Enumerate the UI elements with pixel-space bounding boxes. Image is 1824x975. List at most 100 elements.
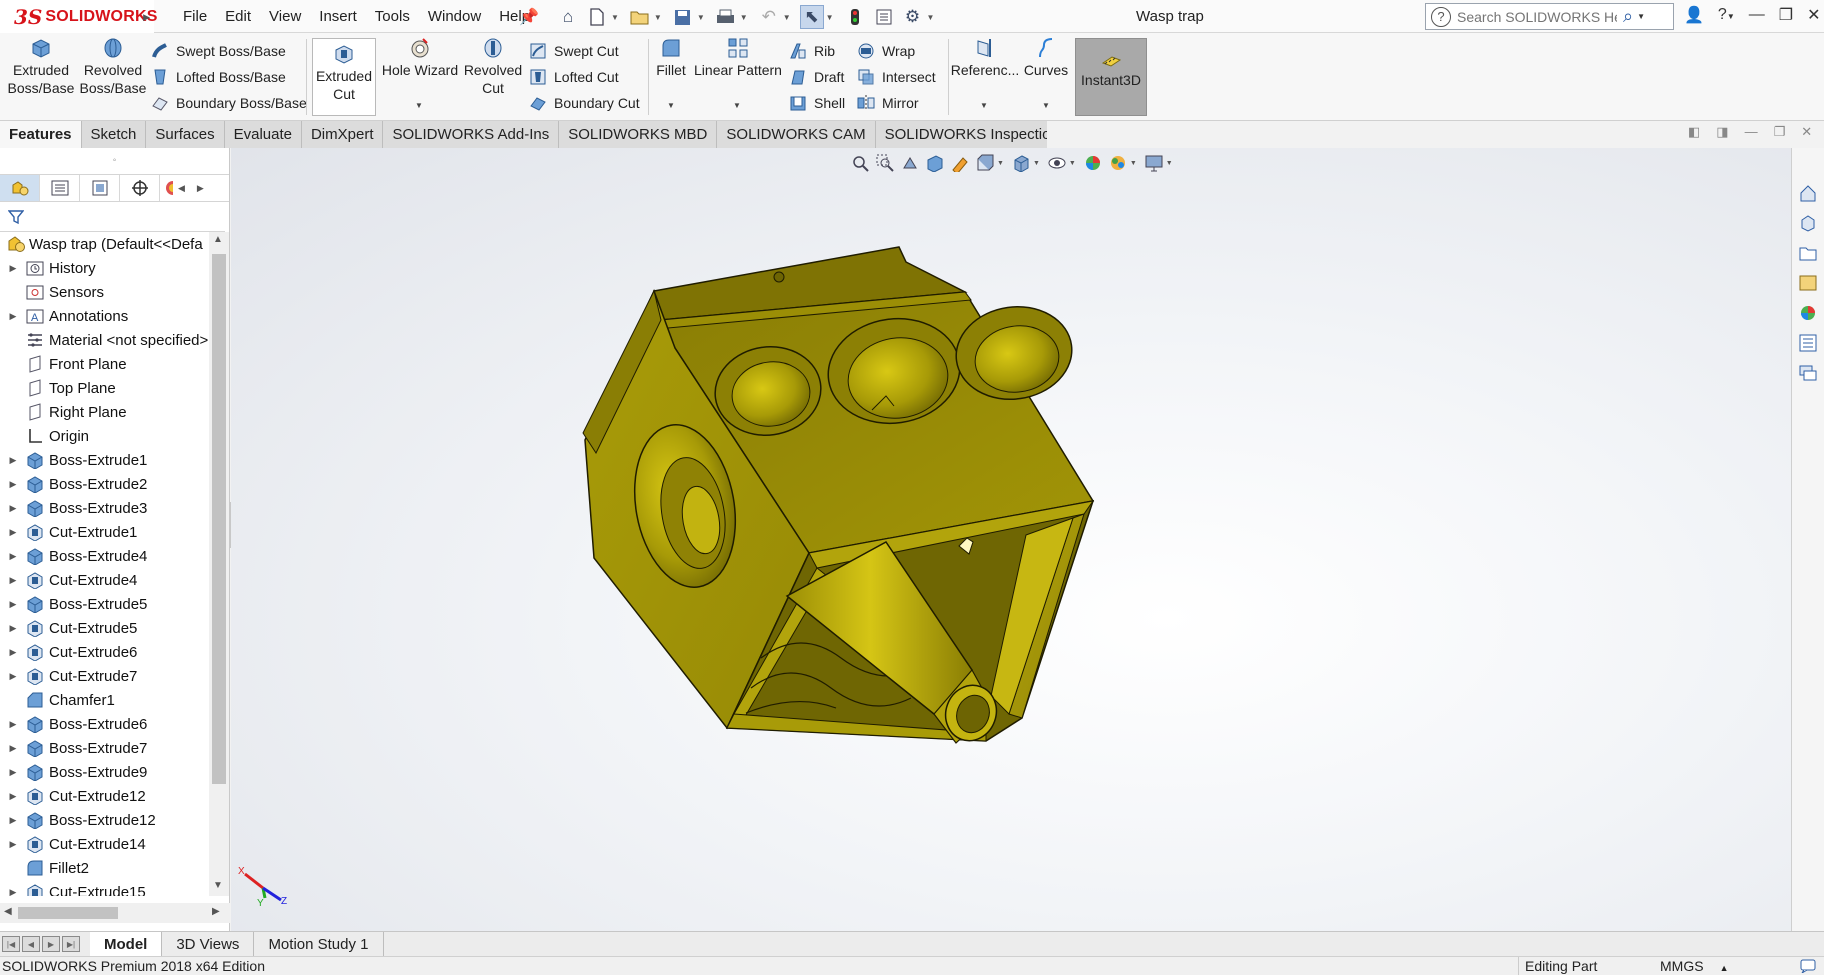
help-circle-icon[interactable]: ? [1431, 6, 1451, 27]
shell-button[interactable]: Shell [788, 92, 845, 114]
chevron-down-icon[interactable]: ▼ [415, 101, 423, 110]
revolved-cut-button[interactable]: Revolved Cut [460, 37, 526, 97]
property-manager-tab[interactable] [40, 175, 80, 201]
next-tab-icon[interactable]: ▶ [42, 936, 60, 952]
search-input[interactable] [1457, 8, 1617, 25]
expand-arrow-icon[interactable]: ▶ [6, 647, 20, 658]
lofted-boss-button[interactable]: Lofted Boss/Base [150, 66, 286, 88]
expand-arrow-icon[interactable]: ▶ [6, 311, 20, 322]
tab-sketch[interactable]: Sketch [82, 121, 147, 148]
open-folder-icon[interactable] [628, 5, 652, 29]
first-tab-icon[interactable]: |◀ [2, 936, 20, 952]
task-pane-home-icon[interactable] [1792, 178, 1824, 208]
dimxpert-manager-tab[interactable] [120, 175, 160, 201]
expand-arrow-icon[interactable]: ▶ [6, 743, 20, 754]
tab-mbd[interactable]: SOLIDWORKS MBD [559, 121, 718, 148]
menu-edit[interactable]: Edit [216, 8, 260, 25]
user-icon[interactable]: 👤 [1684, 5, 1704, 25]
menu-window[interactable]: Window [419, 8, 490, 25]
wasp-trap-3d-model[interactable] [231, 148, 1791, 931]
menu-file[interactable]: File [174, 8, 216, 25]
home-icon[interactable]: ⌂ [556, 5, 580, 29]
appearances-icon[interactable] [1792, 298, 1824, 328]
tree-horizontal-scrollbar[interactable]: ◀ ▶ [0, 903, 230, 923]
expand-arrow-icon[interactable]: ▶ [6, 719, 20, 730]
expand-arrow-icon[interactable]: ▶ [6, 455, 20, 466]
chevron-down-icon[interactable]: ▼ [1637, 12, 1645, 21]
tree-item-front-plane[interactable]: Front Plane [0, 352, 210, 376]
scroll-thumb[interactable] [18, 907, 118, 919]
scroll-thumb[interactable] [212, 254, 226, 784]
menu-insert[interactable]: Insert [310, 8, 366, 25]
view-palette-icon[interactable] [1792, 268, 1824, 298]
scroll-right-icon[interactable]: ▶ [212, 906, 220, 917]
tree-root[interactable]: Wasp trap (Default<<Defa [0, 232, 210, 256]
expand-arrow-icon[interactable]: ▶ [6, 671, 20, 682]
tree-item-right-plane[interactable]: Right Plane [0, 400, 210, 424]
restore-icon[interactable]: ❐ [1774, 124, 1786, 140]
scroll-up-icon[interactable]: ▲ [213, 234, 223, 245]
expand-arrow-icon[interactable]: ▶ [6, 839, 20, 850]
rib-button[interactable]: Rib [788, 40, 835, 62]
solidworks-logo[interactable]: 3S SOLIDWORKS ▶ [0, 0, 157, 33]
extruded-cut-button[interactable]: Extruded Cut [312, 38, 376, 116]
swept-boss-button[interactable]: Swept Boss/Base [150, 40, 286, 62]
configuration-manager-tab[interactable] [80, 175, 120, 201]
extruded-boss-button[interactable]: Extruded Boss/Base [8, 37, 74, 97]
minimize-icon[interactable]: — [1745, 124, 1758, 140]
intersect-button[interactable]: Intersect [856, 66, 936, 88]
tree-item-history[interactable]: ▶ History [0, 256, 210, 280]
tree-item-material-not-specified[interactable]: Material <not specified> [0, 328, 210, 352]
tab-features[interactable]: Features [0, 121, 82, 148]
display-manager-tab[interactable] [160, 175, 174, 201]
chevron-down-icon[interactable]: ▼ [927, 13, 935, 22]
forum-icon[interactable] [1792, 358, 1824, 388]
restore-icon[interactable]: ❐ [1779, 5, 1793, 25]
tile-right-icon[interactable]: ◨ [1716, 124, 1728, 140]
tree-item-fillet2[interactable]: Fillet2 [0, 856, 210, 880]
options-gear-icon[interactable]: ⚙ [901, 5, 925, 29]
file-explorer-icon[interactable] [1792, 238, 1824, 268]
tree-item-cut-extrude1[interactable]: ▶ Cut-Extrude1 [0, 520, 210, 544]
tree-item-cut-extrude6[interactable]: ▶ Cut-Extrude6 [0, 640, 210, 664]
previous-tab-icon[interactable]: ◀ [22, 936, 40, 952]
tab-evaluate[interactable]: Evaluate [225, 121, 302, 148]
expand-arrow-icon[interactable]: ▶ [6, 887, 20, 897]
tree-filter[interactable] [0, 202, 225, 232]
chevron-down-icon[interactable]: ▼ [733, 101, 741, 110]
menu-view[interactable]: View [260, 8, 310, 25]
wrap-button[interactable]: Wrap [856, 40, 915, 62]
expand-arrow-icon[interactable]: ▶ [6, 791, 20, 802]
instant3d-button[interactable]: Instant3D [1075, 38, 1147, 116]
tree-item-top-plane[interactable]: Top Plane [0, 376, 210, 400]
help-icon[interactable]: ?▼ [1718, 6, 1735, 24]
pin-icon[interactable]: 📌 [519, 7, 539, 27]
tree-item-boss-extrude12[interactable]: ▶ Boss-Extrude12 [0, 808, 210, 832]
minimize-icon[interactable]: — [1749, 6, 1765, 24]
tree-item-boss-extrude9[interactable]: ▶ Boss-Extrude9 [0, 760, 210, 784]
expand-arrow-icon[interactable]: ▶ [6, 263, 20, 274]
tree-item-chamfer1[interactable]: Chamfer1 [0, 688, 210, 712]
scroll-down-icon[interactable]: ▼ [213, 880, 223, 891]
tree-item-cut-extrude15[interactable]: ▶ Cut-Extrude15 [0, 880, 210, 896]
swept-cut-button[interactable]: Swept Cut [528, 40, 619, 62]
chevron-down-icon[interactable]: ▼ [980, 101, 988, 110]
lofted-cut-button[interactable]: Lofted Cut [528, 66, 619, 88]
fillet-button[interactable]: Fillet [654, 37, 688, 79]
panel-grip[interactable]: ◦ [0, 148, 229, 174]
tree-item-cut-extrude5[interactable]: ▶ Cut-Extrude5 [0, 616, 210, 640]
chevron-down-icon[interactable]: ▼ [611, 13, 619, 22]
expand-arrow-icon[interactable]: ▶ [6, 527, 20, 538]
tree-item-boss-extrude7[interactable]: ▶ Boss-Extrude7 [0, 736, 210, 760]
close-icon[interactable]: ✕ [1807, 5, 1820, 25]
mirror-button[interactable]: Mirror [856, 92, 919, 114]
expand-arrow-icon[interactable]: ▶ [6, 815, 20, 826]
print-icon[interactable] [714, 5, 738, 29]
tree-item-cut-extrude12[interactable]: ▶ Cut-Extrude12 [0, 784, 210, 808]
tooltip-toggle-icon[interactable] [1800, 959, 1816, 975]
tree-item-cut-extrude14[interactable]: ▶ Cut-Extrude14 [0, 832, 210, 856]
chevron-down-icon[interactable]: ▼ [826, 13, 834, 22]
save-icon[interactable] [671, 5, 695, 29]
feature-tree-tab[interactable] [0, 175, 40, 201]
boundary-boss-button[interactable]: Boundary Boss/Base [150, 92, 307, 114]
